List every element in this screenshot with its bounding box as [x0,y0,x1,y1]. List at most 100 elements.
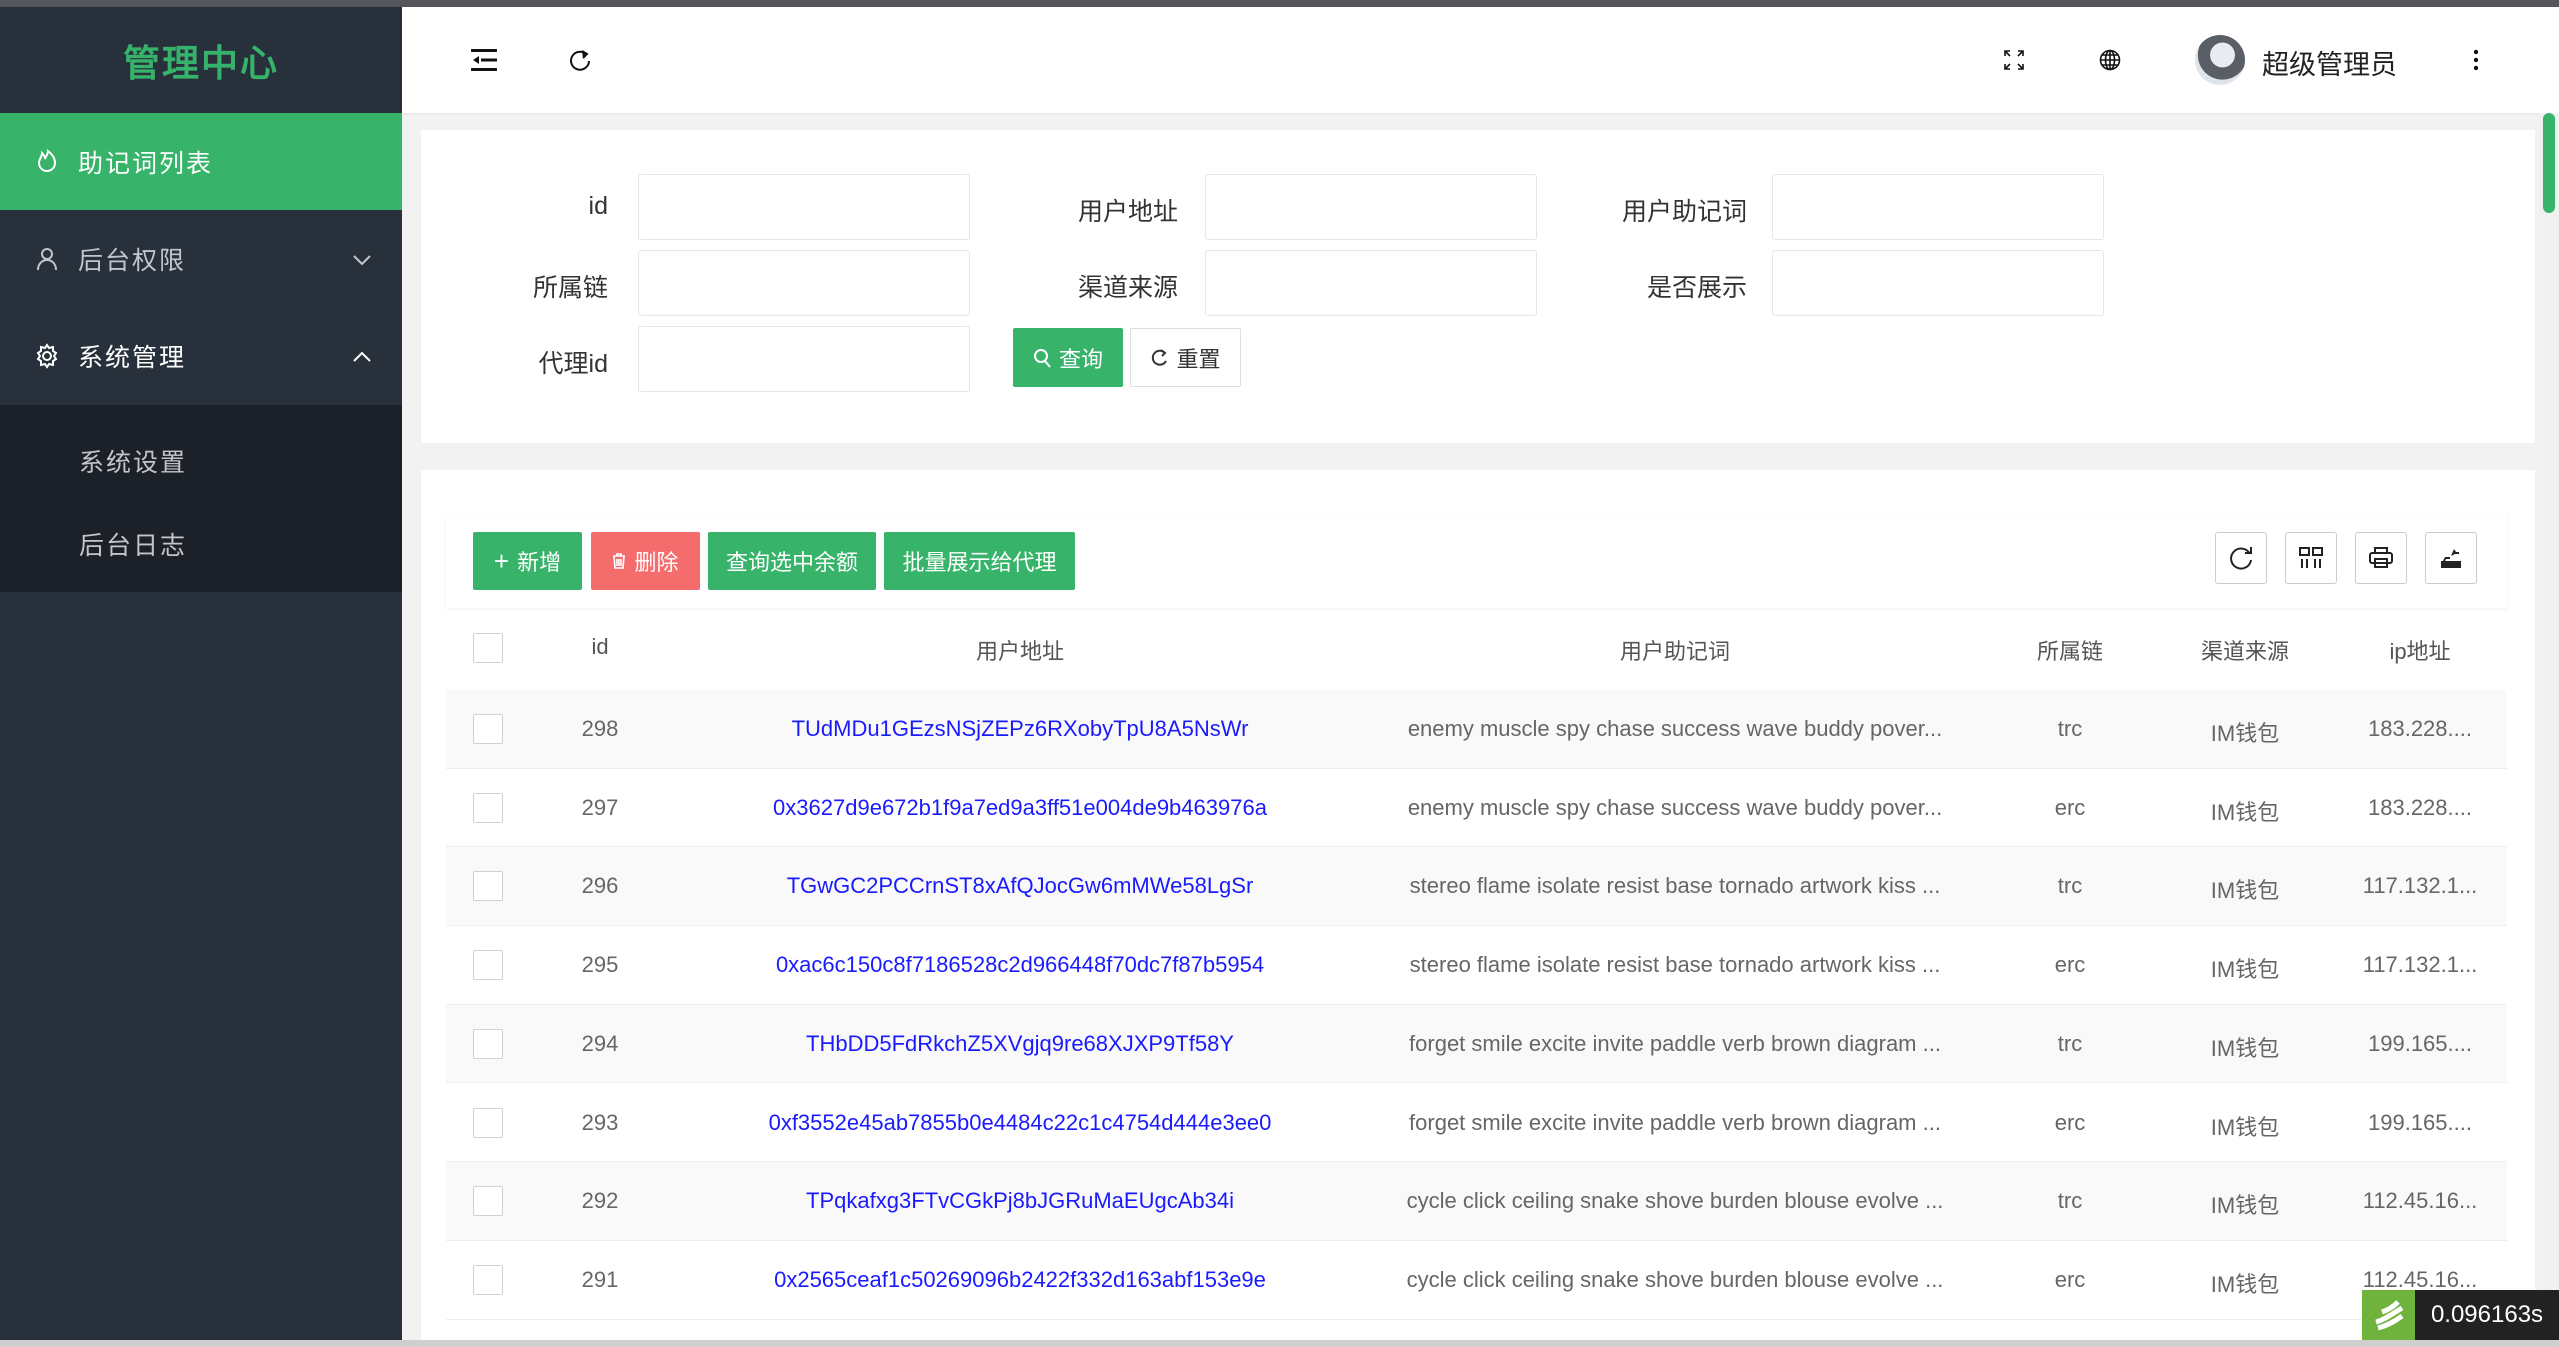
cell-address[interactable]: 0xac6c150c8f7186528c2d966448f70dc7f87b59… [776,952,1264,978]
gear-icon [32,342,62,369]
print-icon [2369,547,2393,568]
cell-id: 295 [581,952,619,978]
address-input[interactable] [1205,174,1537,240]
cell-mnemonic: stereo flame isolate resist base tornado… [1409,873,1941,899]
column-header-address[interactable]: 用户地址 [976,634,1064,666]
cell-ip: 199.165.... [2368,1109,2472,1135]
source-input[interactable] [1205,250,1537,316]
row-checkbox[interactable] [473,1264,503,1295]
row-checkbox[interactable] [473,1107,503,1138]
sidebar-item-permissions[interactable]: 后台权限 [0,210,402,307]
cell-mnemonic: enemy muscle spy chase success wave budd… [1407,716,1943,741]
globe-icon[interactable] [2090,40,2130,80]
chain-input[interactable] [638,250,970,316]
cell-source: IM钱包 [2210,957,2280,983]
cell-chain: trc [2057,873,2083,899]
collapse-menu-icon[interactable] [464,40,504,80]
row-checkbox[interactable] [473,1186,503,1217]
select-all-checkbox[interactable] [473,633,503,663]
cell-source: IM钱包 [2210,1271,2280,1297]
export-icon [2441,549,2461,568]
cell-source: IM钱包 [2210,721,2280,746]
query-label: 查询 [1058,346,1103,372]
reset-icon [1152,348,1168,366]
column-header-ip[interactable]: ip地址 [2389,634,2450,666]
timing-text: 0.096163s [2415,1290,2559,1340]
avatar[interactable] [2195,35,2245,85]
refresh-icon[interactable] [560,40,600,80]
label-is-shown: 是否展示 [1646,274,1747,302]
row-checkbox[interactable] [473,950,503,981]
sidebar-item-label: 后台权限 [78,246,187,275]
query-button[interactable]: 查询 [1013,328,1123,387]
column-header-id[interactable]: id [591,634,608,660]
cell-address[interactable]: TPqkafxg3FTvCGkPj8bJGRuMaEUgcAb34i [806,1188,1234,1214]
query-balance-button[interactable]: 查询选中余额 [708,532,876,590]
cell-mnemonic: cycle click ceiling snake shove burden b… [1406,1266,1944,1292]
cell-source: IM钱包 [2210,1193,2280,1219]
cell-address[interactable]: TUdMDu1GEzsNSjZEPz6RXobyTpU8A5NsWr [792,716,1249,742]
mnemonic-input[interactable] [1772,174,2104,240]
cell-chain: trc [2057,1030,2083,1056]
cell-address[interactable]: 0x2565ceaf1c50269096b2422f332d163abf153e… [774,1267,1266,1293]
row-checkbox[interactable] [473,1028,503,1059]
id-input[interactable] [638,174,970,240]
cell-source: IM钱包 [2210,1114,2280,1140]
cell-address[interactable]: 0xf3552e45ab7855b0e4484c22c1c4754d444e3e… [769,1110,1272,1136]
sidebar: 管理中心 助记词列表 后台权限 系统管理 系统设置 后台日志 [0,7,402,1340]
delete-label: 删除 [634,550,679,575]
scrollbar[interactable] [2540,113,2559,1340]
is-shown-input[interactable] [1772,250,2104,316]
column-header-source[interactable]: 渠道来源 [2201,634,2289,666]
sidebar-item-mnemonic-list[interactable]: 助记词列表 [0,113,402,210]
cell-mnemonic: forget smile excite invite paddle verb b… [1409,1109,1941,1135]
agent-id-input[interactable] [638,326,970,392]
sidebar-item-admin-log[interactable]: 后台日志 [79,526,187,562]
label-id: id [588,192,608,220]
cell-id: 291 [581,1266,619,1292]
reset-label: 重置 [1176,346,1221,372]
plus-icon: + [493,545,510,576]
row-checkbox[interactable] [473,714,503,744]
cell-chain: erc [2054,794,2086,820]
delete-button[interactable]: 删除 [591,532,700,590]
trash-icon [613,553,626,569]
submenu-system: 系统设置 后台日志 [0,405,402,592]
sidebar-item-system-settings[interactable]: 系统设置 [79,443,187,479]
cell-source: IM钱包 [2210,1035,2280,1061]
cell-mnemonic: cycle click ceiling snake shove burden b… [1406,1188,1944,1214]
cell-mnemonic: stereo flame isolate resist base tornado… [1409,952,1941,978]
label-agent-id: 代理id [538,350,608,378]
cell-address[interactable]: TGwGC2PCCrnST8xAfQJocGw6mMWe58LgSr [787,873,1254,899]
cell-ip: 183.228.... [2368,716,2472,741]
label-chain: 所属链 [532,274,608,302]
cell-ip: 117.132.1... [2362,873,2478,899]
add-button[interactable]: + 新增 [473,532,582,590]
row-checkbox[interactable] [473,792,503,823]
export-button[interactable] [2425,532,2477,584]
table-refresh-button[interactable] [2215,532,2267,584]
cell-source: IM钱包 [2210,799,2280,825]
sidebar-item-label: 系统管理 [78,343,187,372]
columns-toggle-button[interactable] [2285,532,2337,584]
cell-address[interactable]: 0x3627d9e672b1f9a7ed9a3ff51e004de9b46397… [773,795,1267,821]
column-header-mnemonic[interactable]: 用户助记词 [1620,634,1730,666]
sidebar-item-system[interactable]: 系统管理 [0,307,402,404]
cell-chain: erc [2054,952,2086,978]
reset-button[interactable]: 重置 [1130,328,1241,387]
row-checkbox[interactable] [473,871,503,902]
cell-chain: erc [2054,1109,2086,1135]
fire-icon [32,148,62,175]
cell-ip: 112.45.16... [2362,1266,2478,1292]
cell-id: 298 [581,716,619,741]
cell-address[interactable]: THbDD5FdRkchZ5XVgjq9re68XJXP9Tf58Y [806,1031,1234,1057]
username[interactable]: 超级管理员 [2262,43,2397,82]
cell-source: IM钱包 [2210,878,2280,904]
fullscreen-icon[interactable] [1994,40,2034,80]
scrollbar-thumb[interactable] [2543,113,2555,213]
column-header-chain[interactable]: 所属链 [2037,634,2103,666]
print-button[interactable] [2355,532,2407,584]
columns-icon [2299,547,2323,568]
batch-show-to-agent-button[interactable]: 批量展示给代理 [884,532,1075,590]
more-vertical-icon[interactable] [2456,40,2496,80]
